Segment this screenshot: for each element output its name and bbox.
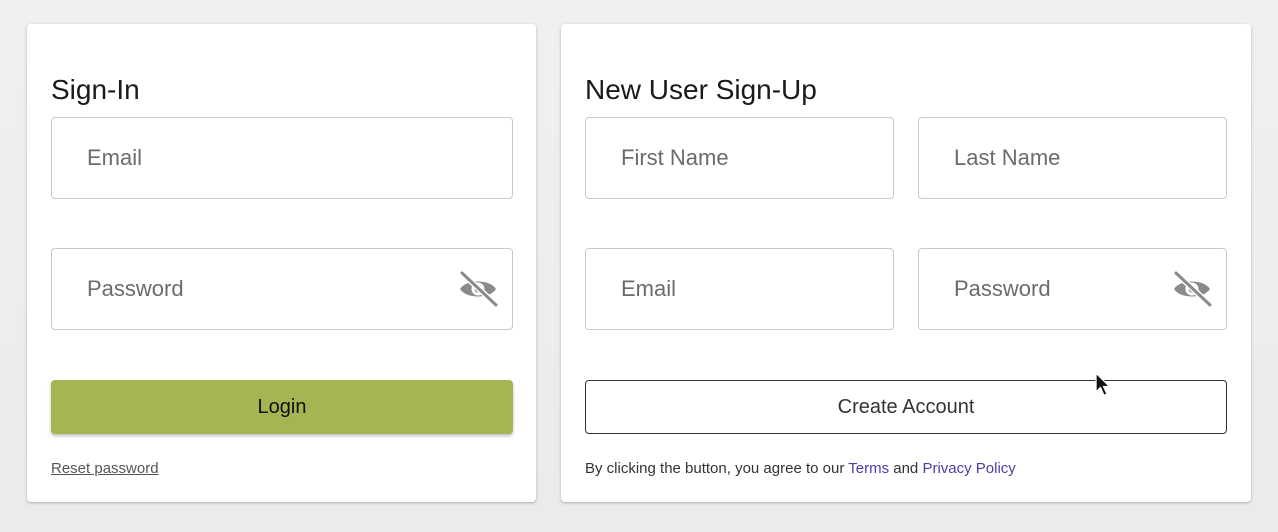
signin-title: Sign-In <box>51 74 140 105</box>
last-name-field <box>918 117 1227 199</box>
signup-email-field <box>585 248 894 330</box>
eye-slash-icon[interactable] <box>456 270 500 308</box>
signin-email-input[interactable] <box>52 118 512 198</box>
terms-link[interactable]: Terms <box>848 460 889 477</box>
terms-prefix: By clicking the button, you agree to our <box>585 460 845 477</box>
terms-and: and <box>893 460 919 477</box>
last-name-input[interactable] <box>919 118 1226 198</box>
first-name-input[interactable] <box>586 118 893 198</box>
signin-email-field <box>51 117 513 199</box>
privacy-policy-link[interactable]: Privacy Policy <box>922 460 1015 477</box>
signin-card: Sign-In Login Reset password <box>27 24 536 502</box>
signup-card: New User Sign-Up Create Account <box>561 24 1251 502</box>
eye-slash-icon[interactable] <box>1170 270 1214 308</box>
reset-password-link[interactable]: Reset password <box>51 460 159 477</box>
signin-password-input[interactable] <box>52 249 512 329</box>
create-account-button[interactable]: Create Account <box>585 380 1227 434</box>
mouse-cursor-icon <box>1095 372 1111 398</box>
first-name-field <box>585 117 894 199</box>
signup-email-input[interactable] <box>586 249 893 329</box>
terms-notice: By clicking the button, you agree to our… <box>585 460 1016 477</box>
signup-password-field <box>918 248 1227 330</box>
signin-password-field <box>51 248 513 330</box>
page-background: Sign-In Login Reset password New User Si… <box>0 0 1278 532</box>
login-button[interactable]: Login <box>51 380 513 434</box>
signup-title: New User Sign-Up <box>585 74 817 105</box>
